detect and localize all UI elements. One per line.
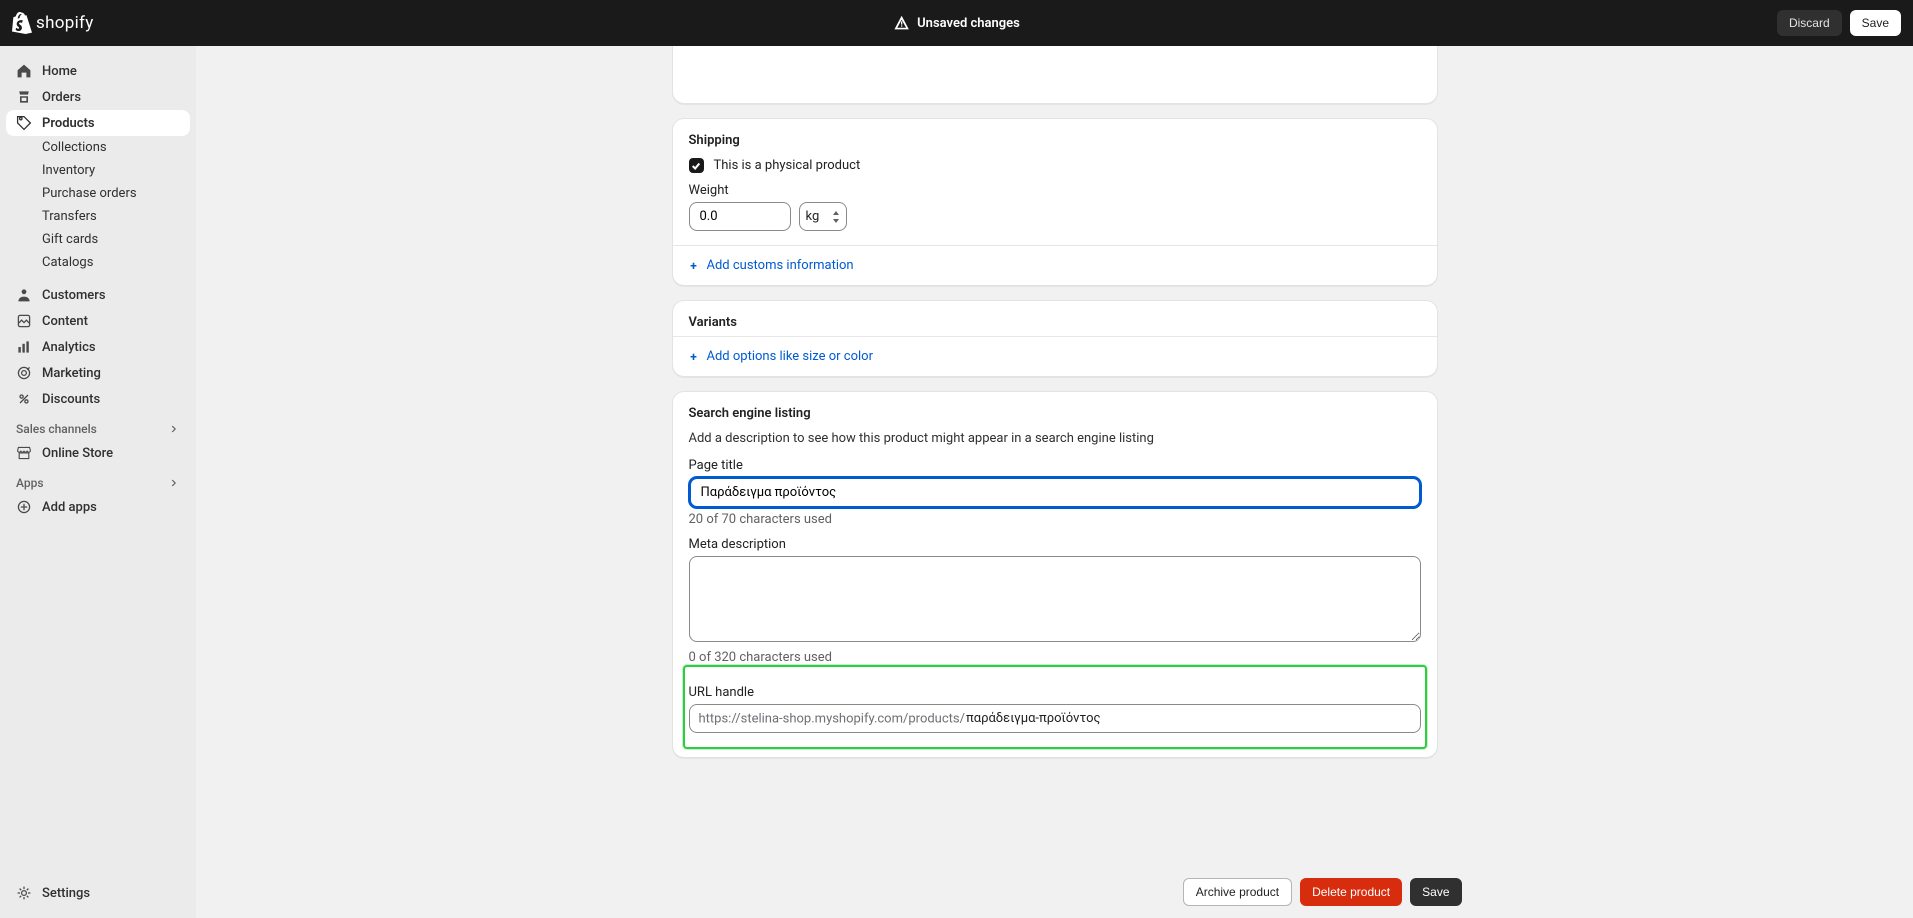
meta-description-hint: 0 of 320 characters used bbox=[689, 650, 1421, 665]
sidebar-item-content[interactable]: Content bbox=[6, 308, 190, 334]
add-customs-link[interactable]: + Add customs information bbox=[673, 246, 1437, 285]
sidebar-sub-purchase-orders[interactable]: Purchase orders bbox=[6, 182, 190, 205]
delete-product-button[interactable]: Delete product bbox=[1300, 878, 1402, 906]
sidebar-item-label: Marketing bbox=[42, 366, 101, 381]
meta-description-input[interactable] bbox=[689, 556, 1421, 642]
sidebar-item-products[interactable]: Products bbox=[6, 110, 190, 136]
variants-card: Variants + Add options like size or colo… bbox=[672, 300, 1438, 377]
content-icon bbox=[16, 313, 32, 329]
add-options-label: Add options like size or color bbox=[707, 349, 874, 364]
select-arrows-icon bbox=[832, 211, 840, 223]
weight-unit-value: kg bbox=[806, 209, 820, 224]
page-title-label: Page title bbox=[689, 458, 1421, 473]
archive-product-button[interactable]: Archive product bbox=[1183, 878, 1292, 906]
sidebar-sub-gift-cards[interactable]: Gift cards bbox=[6, 228, 190, 251]
chevron-right-icon bbox=[168, 477, 180, 489]
sidebar-item-label: Analytics bbox=[42, 340, 96, 355]
shopify-bag-icon bbox=[12, 12, 32, 34]
sidebar-item-add-apps[interactable]: Add apps bbox=[6, 494, 190, 520]
sidebar-item-online-store[interactable]: Online Store bbox=[6, 440, 190, 466]
shipping-card: Shipping This is a physical product Weig… bbox=[672, 118, 1438, 286]
discounts-icon bbox=[16, 391, 32, 407]
meta-description-label: Meta description bbox=[689, 537, 1421, 552]
sidebar-item-discounts[interactable]: Discounts bbox=[6, 386, 190, 412]
topbar-actions: Discard Save bbox=[1777, 10, 1901, 36]
physical-product-label: This is a physical product bbox=[714, 158, 861, 173]
unsaved-changes-indicator: Unsaved changes bbox=[893, 15, 1020, 31]
sales-channels-header[interactable]: Sales channels bbox=[6, 412, 190, 440]
seo-card: Search engine listing Add a description … bbox=[672, 391, 1438, 758]
page-title-hint: 20 of 70 characters used bbox=[689, 512, 1421, 527]
shipping-title: Shipping bbox=[689, 133, 1421, 148]
unsaved-changes-label: Unsaved changes bbox=[917, 16, 1020, 31]
sidebar-item-orders[interactable]: Orders bbox=[6, 84, 190, 110]
sidebar-item-label: Home bbox=[42, 64, 77, 79]
marketing-icon bbox=[16, 365, 32, 381]
card-above-partial bbox=[672, 46, 1438, 104]
weight-label: Weight bbox=[689, 183, 1421, 198]
orders-icon bbox=[16, 89, 32, 105]
topbar: shopify Unsaved changes Discard Save bbox=[0, 0, 1913, 46]
plus-icon: + bbox=[689, 352, 699, 362]
sales-channels-label: Sales channels bbox=[16, 422, 97, 436]
store-icon bbox=[16, 445, 32, 461]
seo-description: Add a description to see how this produc… bbox=[689, 431, 1421, 446]
products-icon bbox=[16, 115, 32, 131]
plus-circle-icon bbox=[16, 499, 32, 515]
check-icon bbox=[691, 161, 701, 171]
seo-title: Search engine listing bbox=[689, 406, 1421, 421]
main-content: Shipping This is a physical product Weig… bbox=[196, 0, 1913, 918]
sidebar-sub-inventory[interactable]: Inventory bbox=[6, 159, 190, 182]
url-handle-highlight: URL handle https://stelina-shop.myshopif… bbox=[683, 665, 1427, 749]
sidebar-item-home[interactable]: Home bbox=[6, 58, 190, 84]
add-variant-options-link[interactable]: + Add options like size or color bbox=[673, 337, 1437, 376]
url-handle-input[interactable] bbox=[689, 704, 1421, 733]
sidebar-sub-catalogs[interactable]: Catalogs bbox=[6, 251, 190, 274]
home-icon bbox=[16, 63, 32, 79]
sidebar-item-analytics[interactable]: Analytics bbox=[6, 334, 190, 360]
sidebar-sub-transfers[interactable]: Transfers bbox=[6, 205, 190, 228]
sidebar-item-label: Settings bbox=[42, 886, 90, 901]
physical-product-checkbox[interactable] bbox=[689, 158, 704, 173]
sidebar-item-customers[interactable]: Customers bbox=[6, 282, 190, 308]
add-customs-label: Add customs information bbox=[707, 258, 854, 273]
plus-icon: + bbox=[689, 261, 699, 271]
page-title-input[interactable] bbox=[689, 477, 1421, 508]
sidebar-item-label: Add apps bbox=[42, 500, 97, 515]
sidebar-item-label: Orders bbox=[42, 90, 81, 105]
sidebar-item-label: Online Store bbox=[42, 446, 113, 461]
sidebar-item-label: Discounts bbox=[42, 392, 100, 407]
sidebar-item-label: Customers bbox=[42, 288, 106, 303]
chevron-right-icon bbox=[168, 423, 180, 435]
url-handle-label: URL handle bbox=[689, 685, 1421, 700]
sidebar-item-label: Content bbox=[42, 314, 88, 329]
footer-action-bar: Archive product Delete product Save bbox=[196, 866, 1913, 918]
customers-icon bbox=[16, 287, 32, 303]
shopify-logo-text: shopify bbox=[36, 13, 94, 33]
weight-unit-select[interactable]: kg bbox=[799, 202, 847, 231]
save-button-top[interactable]: Save bbox=[1850, 10, 1901, 36]
shopify-logo[interactable]: shopify bbox=[12, 12, 94, 34]
sidebar: Home Orders Products Collections Invento… bbox=[0, 46, 196, 918]
apps-label: Apps bbox=[16, 476, 44, 490]
sidebar-item-marketing[interactable]: Marketing bbox=[6, 360, 190, 386]
sidebar-item-label: Products bbox=[42, 116, 95, 131]
warning-icon bbox=[893, 15, 909, 31]
apps-header[interactable]: Apps bbox=[6, 466, 190, 494]
sidebar-sub-collections[interactable]: Collections bbox=[6, 136, 190, 159]
sidebar-item-settings[interactable]: Settings bbox=[6, 880, 190, 906]
analytics-icon bbox=[16, 339, 32, 355]
discard-button[interactable]: Discard bbox=[1777, 10, 1842, 36]
weight-input[interactable] bbox=[689, 202, 791, 231]
save-button-bottom[interactable]: Save bbox=[1410, 878, 1461, 906]
gear-icon bbox=[16, 885, 32, 901]
variants-title: Variants bbox=[689, 315, 1421, 330]
